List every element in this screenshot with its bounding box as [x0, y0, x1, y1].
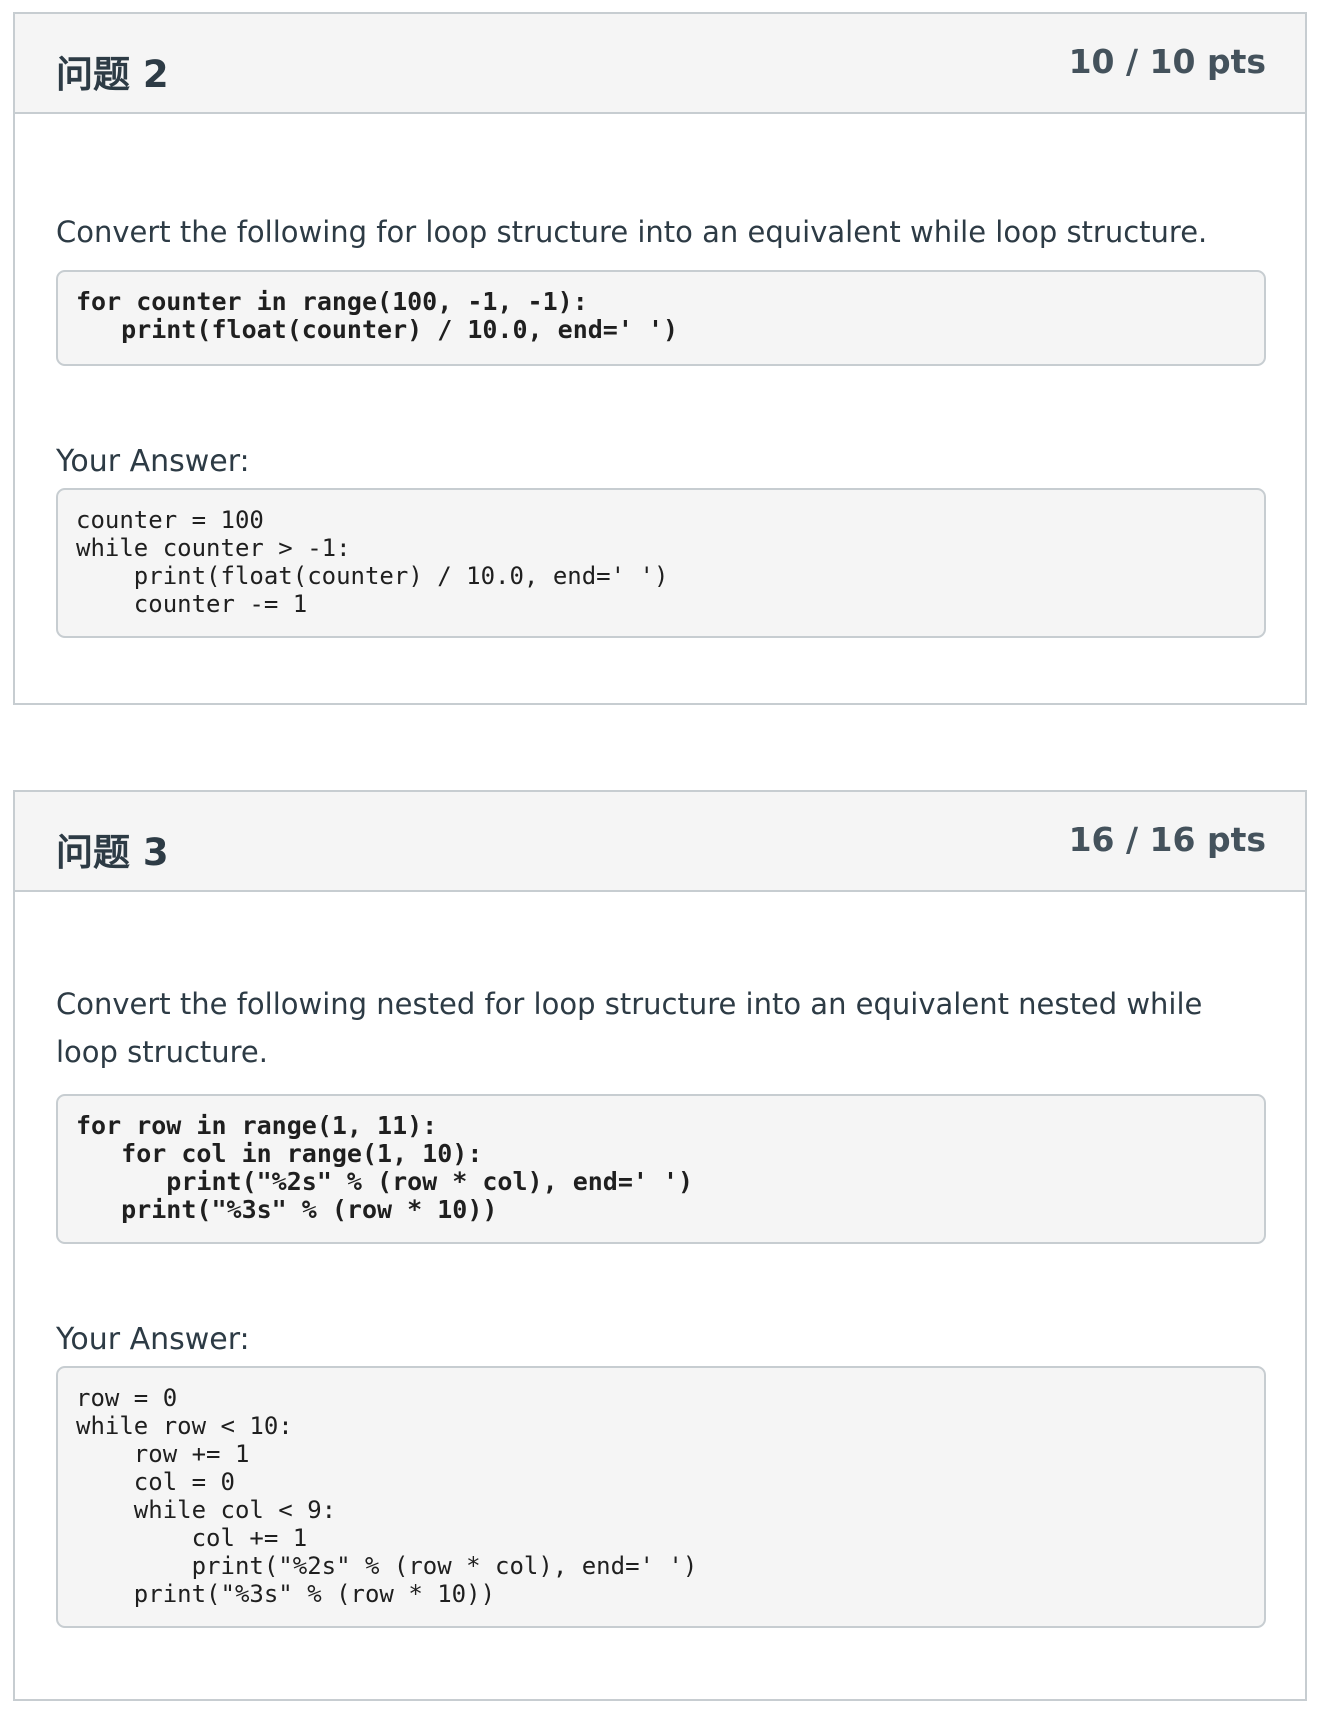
answer-code-block: row = 0 while row < 10: row += 1 col = 0… [56, 1366, 1266, 1628]
question-points: 10 / 10 pts [1068, 42, 1266, 81]
question-prompt: Convert the following nested for loop st… [56, 987, 1203, 1069]
prompt-code-block: for counter in range(100, -1, -1): print… [56, 270, 1266, 366]
answer-label: Your Answer: [56, 1322, 250, 1357]
question-header: 问题 3 16 / 16 pts [15, 792, 1305, 892]
question-header: 问题 2 10 / 10 pts [15, 14, 1305, 114]
answer-code: row = 0 while row < 10: row += 1 col = 0… [76, 1384, 698, 1608]
question-title: 问题 2 [56, 53, 169, 96]
question-3-card: 问题 3 16 / 16 pts Convert the following n… [13, 790, 1307, 1701]
question-2-card: 问题 2 10 / 10 pts Convert the following f… [13, 12, 1307, 705]
prompt-code-block: for row in range(1, 11): for col in rang… [56, 1094, 1266, 1244]
prompt-code: for row in range(1, 11): for col in rang… [76, 1111, 694, 1224]
answer-label: Your Answer: [56, 444, 250, 479]
answer-code: counter = 100 while counter > -1: print(… [76, 506, 669, 618]
question-prompt: Convert the following for loop structure… [56, 215, 1208, 249]
prompt-code: for counter in range(100, -1, -1): print… [76, 287, 679, 344]
answer-code-block: counter = 100 while counter > -1: print(… [56, 488, 1266, 638]
question-points: 16 / 16 pts [1068, 820, 1266, 859]
question-title: 问题 3 [56, 831, 169, 874]
